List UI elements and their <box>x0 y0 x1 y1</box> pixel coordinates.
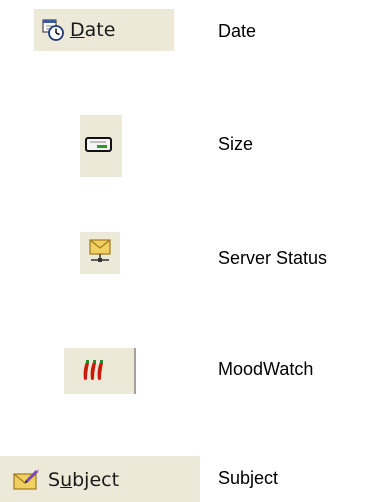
legend-label-subject: Subject <box>218 468 279 488</box>
chili-peppers-icon <box>80 359 108 383</box>
envelope-pencil-icon <box>12 468 40 492</box>
size-column-header-button[interactable] <box>80 115 122 177</box>
moodwatch-column-header-button[interactable] <box>64 348 136 394</box>
date-header-mnemonic: D <box>70 19 85 41</box>
legend-label-size: Size <box>218 134 254 154</box>
hard-drive-icon <box>84 135 114 155</box>
network-envelope-icon <box>88 238 112 266</box>
subject-header-text-end: bject <box>72 469 120 491</box>
server-status-column-header-button[interactable] <box>80 232 120 274</box>
legend-label-moodwatch: MoodWatch <box>218 359 314 379</box>
date-header-text: ate <box>84 19 116 41</box>
legend-label-server-status: Server Status <box>218 248 328 268</box>
date-column-header-button[interactable]: Date <box>34 9 174 51</box>
subject-header-mnemonic: u <box>60 469 73 491</box>
clock-calendar-icon <box>41 18 65 42</box>
subject-column-header-button[interactable]: Subject <box>0 456 200 502</box>
subject-header-text-start: S <box>48 469 61 491</box>
legend-label-date: Date <box>218 21 257 41</box>
